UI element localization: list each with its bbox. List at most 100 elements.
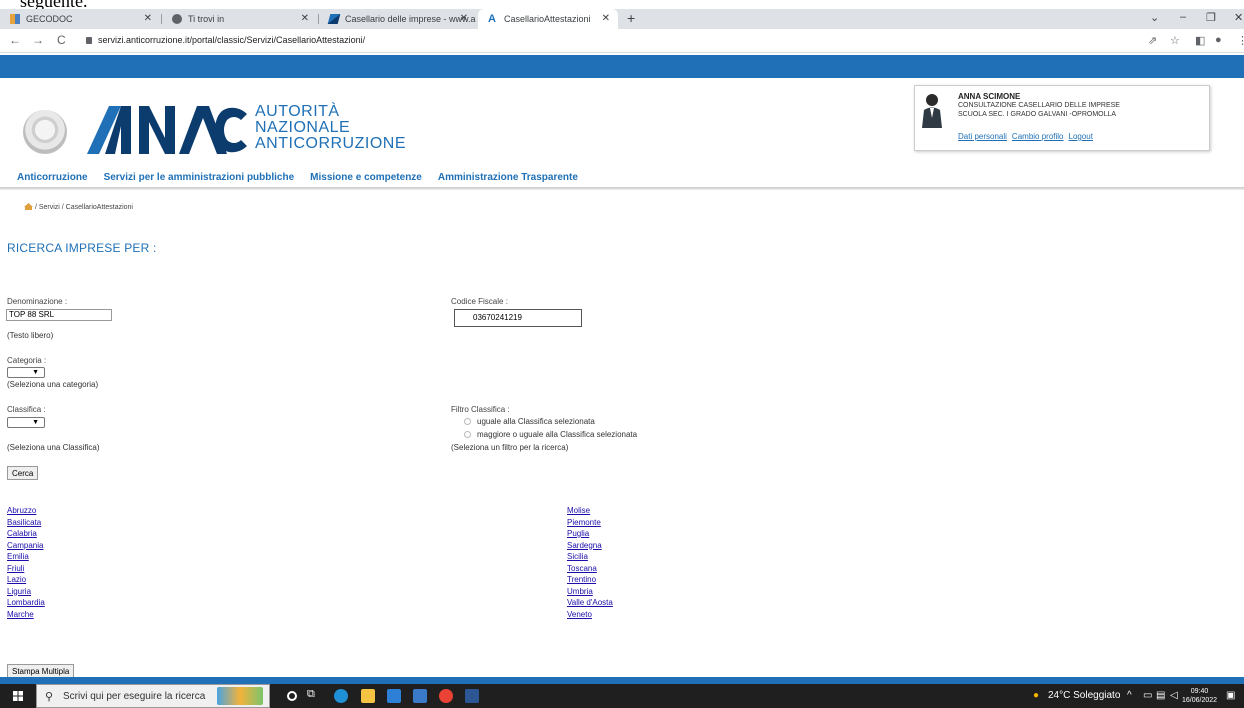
menu-item-anticorruzione[interactable]: Anticorruzione bbox=[17, 172, 88, 183]
region-link[interactable]: Campania bbox=[7, 540, 45, 552]
user-name: ANNA SCIMONE bbox=[958, 92, 1021, 101]
close-icon[interactable]: ✕ bbox=[301, 13, 309, 24]
mail-icon[interactable] bbox=[387, 689, 401, 703]
tray-network-icon[interactable]: ▤ bbox=[1156, 690, 1165, 701]
url-field[interactable]: servizi.anticorruzione.it/portal/classic… bbox=[86, 35, 365, 45]
tab-title: Casellario delle imprese - www.a bbox=[345, 14, 476, 24]
menu-item-servizi[interactable]: Servizi per le amministrazioni pubbliche bbox=[104, 172, 295, 183]
change-profile-link[interactable]: Cambio profilo bbox=[1012, 132, 1064, 141]
classifica-select[interactable]: ▼ bbox=[7, 417, 45, 428]
region-link[interactable]: Sicilia bbox=[567, 551, 613, 563]
tray-volume-icon[interactable]: ◁ bbox=[1170, 690, 1178, 701]
personal-data-link[interactable]: Dati personali bbox=[958, 132, 1007, 141]
page-title: RICERCA IMPRESE PER : bbox=[7, 241, 157, 255]
close-icon[interactable]: ✕ bbox=[602, 13, 610, 24]
region-link[interactable]: Lazio bbox=[7, 574, 45, 586]
region-link[interactable]: Abruzzo bbox=[7, 505, 45, 517]
tab-ti-trovi-in[interactable]: Ti trovi in ✕ bbox=[162, 9, 317, 29]
tab-search-chevron-icon[interactable]: ⌄ bbox=[1150, 11, 1159, 24]
region-link[interactable]: Marche bbox=[7, 609, 45, 621]
sidebar-icon[interactable]: ◧ bbox=[1195, 34, 1205, 47]
region-link[interactable]: Friuli bbox=[7, 563, 45, 575]
clock-date: 16/06/2022 bbox=[1182, 697, 1218, 704]
tab-casellario-attestazioni[interactable]: A CasellarioAttestazioni ✕ bbox=[478, 9, 618, 29]
store-icon[interactable] bbox=[413, 689, 427, 703]
reload-icon[interactable]: C bbox=[57, 33, 66, 47]
file-explorer-icon[interactable] bbox=[361, 689, 375, 703]
anac-logo[interactable] bbox=[87, 104, 247, 156]
filtro-note: (Seleziona un filtro per la ricerca) bbox=[451, 443, 569, 452]
menu-item-amministrazione[interactable]: Amministrazione Trasparente bbox=[438, 172, 578, 183]
region-link[interactable]: Basilicata bbox=[7, 517, 45, 529]
profile-icon[interactable]: ● bbox=[1215, 34, 1222, 46]
region-link[interactable]: Umbria bbox=[567, 586, 613, 598]
region-link[interactable]: Lombardia bbox=[7, 597, 45, 609]
region-link[interactable]: Veneto bbox=[567, 609, 613, 621]
menu-divider bbox=[0, 187, 1244, 190]
share-icon[interactable]: ⇗ bbox=[1148, 34, 1157, 47]
minimize-icon[interactable]: – bbox=[1180, 11, 1186, 23]
region-link[interactable]: Sardegna bbox=[567, 540, 613, 552]
browser-tab-bar: GECODOC ✕ Ti trovi in ✕ Casellario delle… bbox=[0, 9, 1244, 29]
tray-chevron-icon[interactable]: ^ bbox=[1127, 690, 1132, 701]
forward-icon[interactable]: → bbox=[32, 33, 44, 47]
menu-item-missione[interactable]: Missione e competenze bbox=[310, 172, 422, 183]
clock-time: 09:40 bbox=[1190, 688, 1209, 695]
windows-start-icon[interactable] bbox=[13, 691, 23, 701]
logout-link[interactable]: Logout bbox=[1069, 132, 1093, 141]
weather-text[interactable]: 24°C Soleggiato bbox=[1048, 690, 1120, 701]
notifications-icon[interactable]: ▣ bbox=[1226, 690, 1235, 701]
search-highlight-image bbox=[217, 687, 263, 705]
task-view-icon[interactable]: ⧉ bbox=[307, 688, 321, 702]
filtro-uguale-radio[interactable]: uguale alla Classifica selezionata bbox=[464, 417, 595, 426]
region-link[interactable]: Calabria bbox=[7, 528, 45, 540]
filtro-maggiore-radio[interactable]: maggiore o uguale alla Classifica selezi… bbox=[464, 430, 637, 439]
tab-title: CasellarioAttestazioni bbox=[504, 14, 591, 24]
tab-gecodoc[interactable]: GECODOC ✕ bbox=[0, 9, 160, 29]
close-icon[interactable]: ✕ bbox=[144, 13, 152, 24]
close-icon[interactable]: ✕ bbox=[460, 13, 468, 24]
region-link[interactable]: Piemonte bbox=[567, 517, 613, 529]
region-link[interactable]: Valle d'Aosta bbox=[567, 597, 613, 609]
chrome-icon[interactable] bbox=[439, 689, 453, 703]
region-link[interactable]: Liguria bbox=[7, 586, 45, 598]
categoria-select[interactable]: ▼ bbox=[7, 367, 45, 378]
restore-icon[interactable]: ❐ bbox=[1206, 11, 1216, 24]
tab-title: Ti trovi in bbox=[188, 14, 225, 24]
region-link[interactable]: Emilia bbox=[7, 551, 45, 563]
region-link[interactable]: Trentino bbox=[567, 574, 613, 586]
bookmark-star-icon[interactable]: ☆ bbox=[1170, 34, 1180, 47]
close-window-icon[interactable]: ✕ bbox=[1234, 11, 1243, 24]
radio-circle-icon bbox=[464, 431, 471, 438]
radio-label: maggiore o uguale alla Classifica selezi… bbox=[477, 430, 638, 439]
cortana-icon[interactable] bbox=[287, 691, 297, 701]
back-icon[interactable]: ← bbox=[9, 33, 21, 47]
main-menu: Anticorruzione Servizi per le amministra… bbox=[17, 172, 578, 183]
denominazione-input[interactable]: TOP 88 SRL bbox=[6, 309, 112, 321]
search-button[interactable]: Cerca bbox=[7, 466, 39, 480]
logo-text: AUTORITÀ NAZIONALE ANTICORRUZIONE bbox=[255, 104, 406, 152]
region-link[interactable]: Molise bbox=[567, 505, 613, 517]
breadcrumb-text: / Servizi / CasellarioAttestazioni bbox=[34, 204, 133, 211]
print-multiple-button[interactable]: Stampa Multipla bbox=[7, 664, 75, 678]
region-link[interactable]: Puglia bbox=[567, 528, 613, 540]
denominazione-label: Denominazione : bbox=[7, 297, 68, 306]
weather-sun-icon: ● bbox=[1033, 690, 1040, 701]
system-clock[interactable]: 09:40 16/06/2022 bbox=[1182, 687, 1217, 705]
menu-dots-icon[interactable]: ⋮ bbox=[1237, 34, 1244, 47]
word-icon[interactable] bbox=[465, 689, 479, 703]
anac-icon bbox=[327, 14, 341, 24]
codice-fiscale-input[interactable]: 03670241219 bbox=[454, 309, 582, 327]
new-tab-button[interactable]: + bbox=[627, 10, 635, 26]
address-bar-row: ← → C servizi.anticorruzione.it/portal/c… bbox=[0, 29, 1244, 53]
taskbar-search-box[interactable]: ⚲ Scrivi qui per eseguire la ricerca bbox=[36, 684, 270, 708]
codice-fiscale-label: Codice Fiscale : bbox=[451, 297, 508, 306]
tab-casellario-imprese[interactable]: Casellario delle imprese - www.a ✕ bbox=[319, 9, 476, 29]
home-icon[interactable] bbox=[24, 203, 33, 210]
user-links: Dati personali Cambio profilo Logout bbox=[958, 132, 1098, 141]
region-link[interactable]: Toscana bbox=[567, 563, 613, 575]
tray-battery-icon[interactable]: ▭ bbox=[1143, 690, 1152, 701]
filtro-classifica-label: Filtro Classifica : bbox=[451, 405, 510, 414]
user-avatar-icon bbox=[922, 94, 942, 128]
edge-browser-icon[interactable] bbox=[334, 689, 348, 703]
